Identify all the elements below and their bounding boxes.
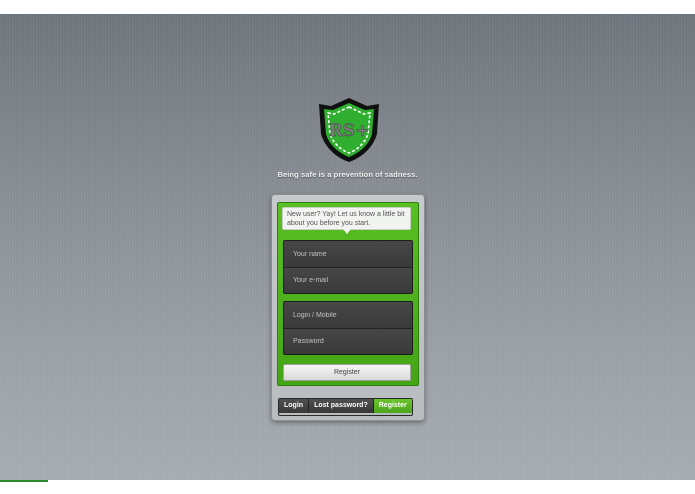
tab-login[interactable]: Login [279, 399, 309, 413]
register-form-panel: New user? Yay! Let us know a little bit … [277, 202, 419, 386]
shield-logo-icon: RS+ [315, 96, 383, 164]
intro-message: New user? Yay! Let us know a little bit … [282, 207, 411, 234]
tab-lost-password[interactable]: Lost password? [308, 399, 373, 413]
profile-field-group [283, 240, 413, 294]
credentials-field-group [283, 301, 413, 355]
logo-text: RS+ [329, 121, 370, 141]
email-field[interactable] [284, 267, 412, 293]
password-field[interactable] [284, 328, 412, 354]
register-button[interactable]: Register [283, 364, 411, 381]
bottom-accent [0, 480, 48, 482]
auth-tabs: Login Lost password? Register [278, 398, 413, 416]
bottom-strip [0, 480, 695, 494]
tab-register[interactable]: Register [372, 399, 412, 413]
registration-card: New user? Yay! Let us know a little bit … [271, 194, 425, 421]
login-field[interactable] [284, 302, 412, 328]
tagline: Being safe is a prevention of sadness. [277, 170, 418, 179]
name-field[interactable] [284, 241, 412, 267]
